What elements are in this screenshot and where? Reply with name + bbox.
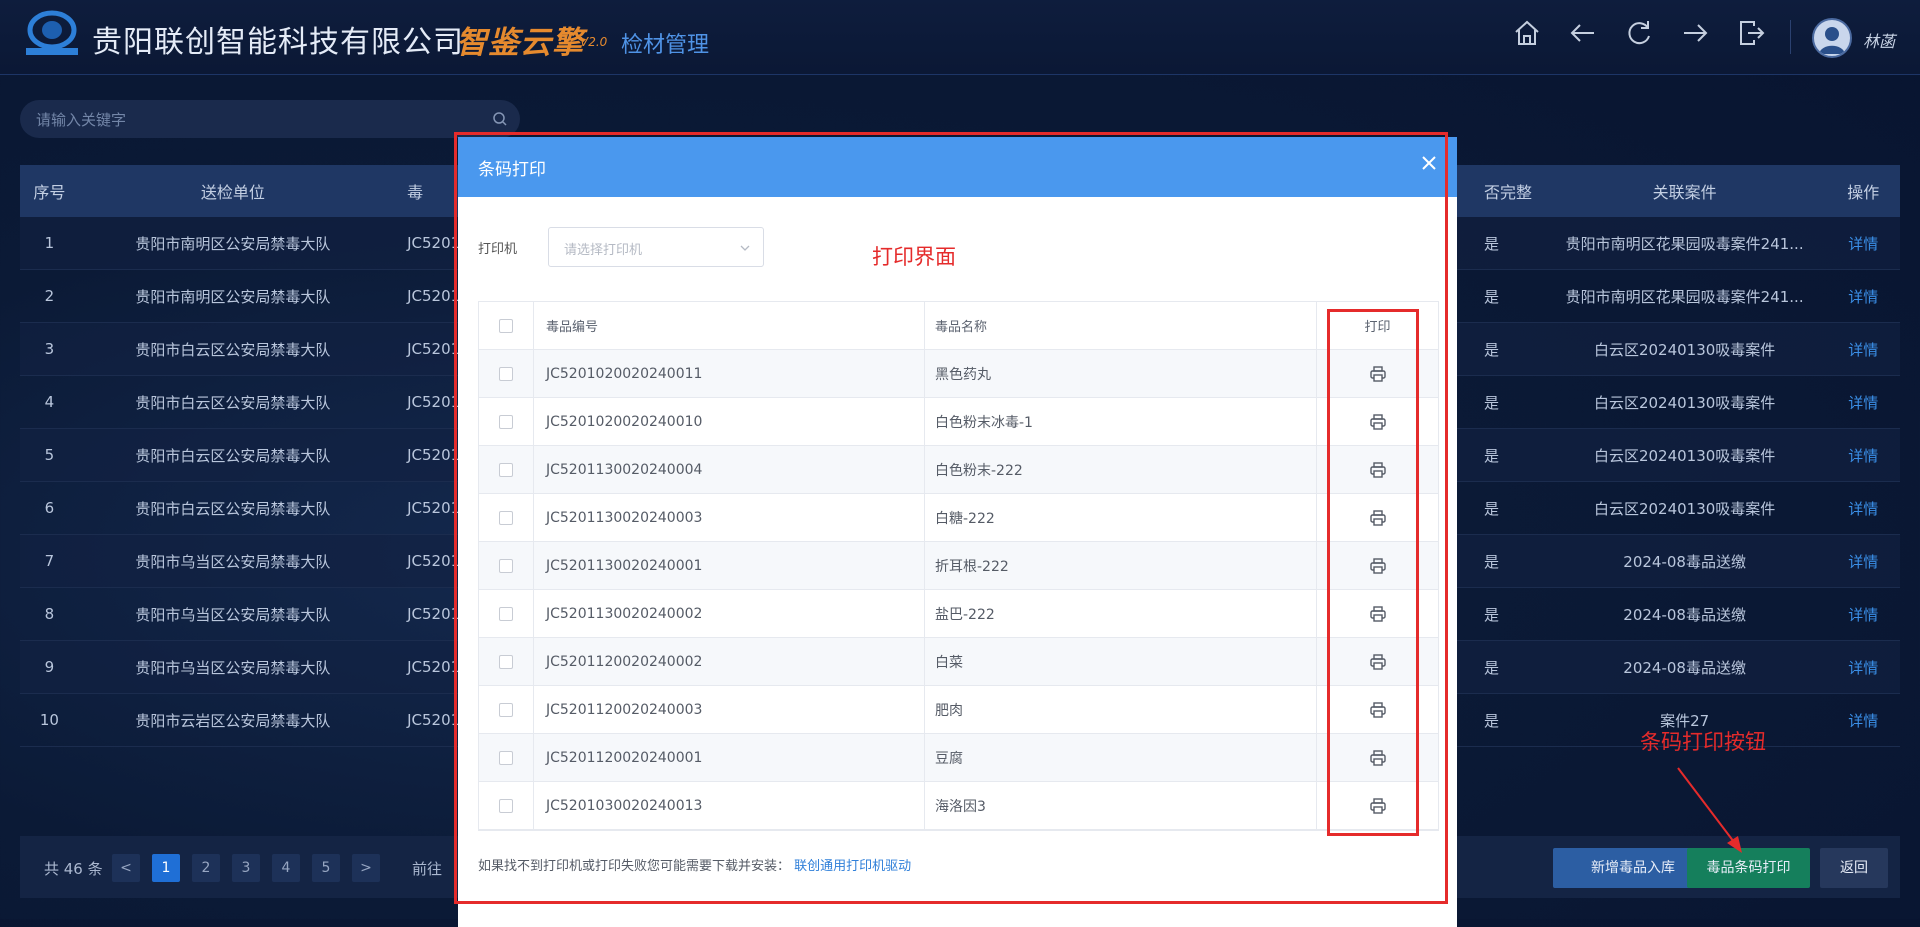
app-header: 贵阳联创智能科技有限公司 智鉴云擎 V2.0 检材管理 林菡 <box>0 0 1920 75</box>
row-unit: 贵阳市乌当区公安局禁毒大队 <box>135 658 331 677</box>
row-unit: 贵阳市白云区公安局禁毒大队 <box>135 340 331 359</box>
row-detail-link[interactable]: 详情 <box>1827 551 1900 572</box>
row-complete: 是 <box>1483 552 1499 571</box>
row-complete: 是 <box>1483 711 1499 730</box>
row-case: 白云区20240130吸毒案件 <box>1593 340 1776 359</box>
row-detail-link[interactable]: 详情 <box>1827 710 1900 731</box>
row-case: 2024-08毒品送缴 <box>1623 605 1746 624</box>
row-unit: 贵阳市云岩区公安局禁毒大队 <box>135 711 331 730</box>
arrow-right-icon[interactable] <box>1680 18 1714 52</box>
row-detail-link[interactable]: 详情 <box>1827 286 1900 307</box>
company-logo-icon <box>26 10 78 55</box>
row-unit: 贵阳市乌当区公安局禁毒大队 <box>135 605 331 624</box>
row-unit: 贵阳市白云区公安局禁毒大队 <box>135 499 331 518</box>
row-index: 10 <box>39 711 59 729</box>
row-case: 白云区20240130吸毒案件 <box>1593 393 1776 412</box>
row-detail-link[interactable]: 详情 <box>1827 604 1900 625</box>
row-case: 白云区20240130吸毒案件 <box>1593 446 1776 465</box>
search-box <box>20 100 520 140</box>
col-index-header: 序号 <box>33 183 66 202</box>
row-detail-link[interactable]: 详情 <box>1827 233 1900 254</box>
page-4-button[interactable]: 4 <box>272 854 300 882</box>
row-case: 2024-08毒品送缴 <box>1623 658 1746 677</box>
row-unit: 贵阳市白云区公安局禁毒大队 <box>135 393 331 412</box>
refresh-icon[interactable] <box>1624 18 1658 52</box>
row-index: 9 <box>44 658 55 676</box>
row-unit: 贵阳市南明区公安局禁毒大队 <box>135 234 331 253</box>
row-detail-link[interactable]: 详情 <box>1827 339 1900 360</box>
search-input[interactable] <box>34 100 478 140</box>
row-index: 6 <box>44 499 55 517</box>
arrow-left-icon[interactable] <box>1568 18 1602 52</box>
row-unit: 贵阳市乌当区公安局禁毒大队 <box>135 552 331 571</box>
username[interactable]: 林菡 <box>1863 28 1895 52</box>
row-complete: 是 <box>1483 446 1499 465</box>
home-icon[interactable] <box>1512 18 1546 52</box>
col-op-header: 操作 <box>1847 183 1880 202</box>
brand-name: 智鉴云擎 <box>456 25 584 61</box>
col-complete-header: 否完整 <box>1483 183 1532 202</box>
row-detail-link[interactable]: 详情 <box>1827 657 1900 678</box>
row-index: 4 <box>44 393 55 411</box>
row-unit: 贵阳市南明区公安局禁毒大队 <box>135 287 331 306</box>
row-index: 8 <box>44 605 55 623</box>
version-label: V2.0 <box>580 35 608 49</box>
row-index: 1 <box>44 234 55 252</box>
row-complete: 是 <box>1483 658 1499 677</box>
row-case: 2024-08毒品送缴 <box>1623 552 1746 571</box>
prev-page-button[interactable]: < <box>112 854 140 882</box>
row-case: 贵阳市南明区花果园吸毒案件241... <box>1565 287 1804 306</box>
page-1-button[interactable]: 1 <box>152 854 180 882</box>
print-dialog-annotation-box <box>454 132 1448 904</box>
header-divider <box>1790 20 1791 54</box>
page-2-button[interactable]: 2 <box>192 854 220 882</box>
row-complete: 是 <box>1483 234 1499 253</box>
row-complete: 是 <box>1483 393 1499 412</box>
row-index: 3 <box>44 340 55 358</box>
avatar[interactable] <box>1812 18 1852 58</box>
row-complete: 是 <box>1483 499 1499 518</box>
col-unit-header: 送检单位 <box>200 183 265 202</box>
row-case: 白云区20240130吸毒案件 <box>1593 499 1776 518</box>
row-index: 2 <box>44 287 55 305</box>
row-detail-link[interactable]: 详情 <box>1827 498 1900 519</box>
goto-label: 前往 <box>412 860 443 878</box>
next-page-button[interactable]: > <box>352 854 380 882</box>
row-complete: 是 <box>1483 605 1499 624</box>
row-detail-link[interactable]: 详情 <box>1827 392 1900 413</box>
print-column-annotation-box <box>1327 309 1419 836</box>
company-name: 贵阳联创智能科技有限公司 <box>92 25 464 60</box>
row-complete: 是 <box>1483 340 1499 359</box>
module-title: 检材管理 <box>621 33 710 58</box>
logout-icon[interactable] <box>1736 18 1770 52</box>
col-case-header: 关联案件 <box>1652 183 1717 202</box>
total-count: 共 46 条 <box>44 860 103 878</box>
barcode-print-button[interactable]: 毒品条码打印 <box>1687 848 1810 888</box>
row-unit: 贵阳市白云区公安局禁毒大队 <box>135 446 331 465</box>
row-index: 5 <box>44 446 55 464</box>
search-icon[interactable] <box>492 111 508 127</box>
page-5-button[interactable]: 5 <box>312 854 340 882</box>
row-case: 贵阳市南明区花果园吸毒案件241... <box>1565 234 1804 253</box>
row-index: 7 <box>44 552 55 570</box>
print-button-annotation: 条码打印按钮 <box>1640 730 1766 754</box>
row-detail-link[interactable]: 详情 <box>1827 445 1900 466</box>
page-3-button[interactable]: 3 <box>232 854 260 882</box>
back-button[interactable]: 返回 <box>1820 848 1888 888</box>
row-complete: 是 <box>1483 287 1499 306</box>
